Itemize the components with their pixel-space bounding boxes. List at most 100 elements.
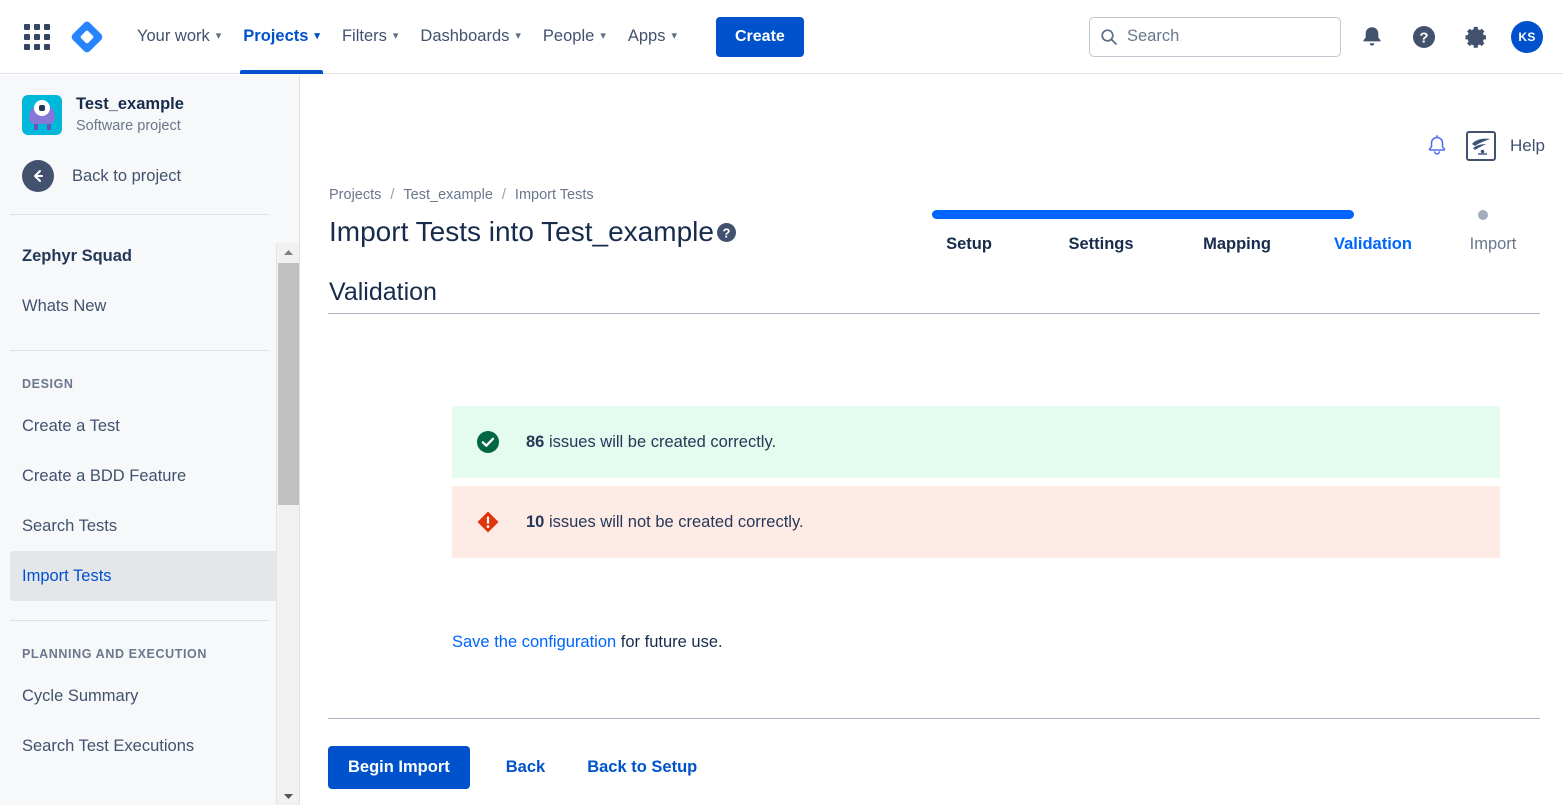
back-to-project-button[interactable]: Back to project [0, 136, 299, 192]
validation-error-text: 10 issues will not be created correctly. [526, 513, 804, 532]
stepper-step-mapping[interactable]: Mapping [1169, 235, 1305, 254]
breadcrumb-item-test-example[interactable]: Test_example [403, 187, 492, 203]
sidebar-scrollbar[interactable] [276, 243, 299, 805]
nav-item-label: Projects [243, 27, 309, 45]
stepper-step-validation[interactable]: Validation [1305, 235, 1441, 254]
nav-items: Your work ▾ Projects ▾ Filters ▾ Dashboa… [126, 0, 804, 74]
breadcrumb-item-import-tests[interactable]: Import Tests [515, 187, 594, 203]
chevron-down-icon: ▾ [600, 30, 606, 42]
nav-item-label: Dashboards [420, 27, 510, 45]
sidebar-item-label: Whats New [22, 296, 107, 315]
footer-actions: Begin Import Back Back to Setup [328, 746, 703, 789]
nav-item-label: Apps [627, 27, 666, 45]
nav-item-apps[interactable]: Apps ▾ [617, 0, 688, 74]
arrow-left-icon [22, 160, 54, 192]
sidebar-item-create-a-bdd-feature[interactable]: Create a BDD Feature [10, 451, 289, 501]
section-title: Validation [329, 278, 437, 306]
validation-success-text: 86 issues will be created correctly. [526, 433, 776, 452]
nav-item-label: Filters [341, 27, 387, 45]
sidebar: Test_example Software project Back to pr… [0, 75, 300, 805]
stepper-pending-dot [1478, 210, 1488, 220]
sidebar-item-label: Search Tests [22, 516, 118, 535]
sidebar-item-import-tests[interactable]: Import Tests [10, 551, 289, 601]
search-icon [1100, 28, 1118, 46]
sidebar-section-design: DESIGN [10, 367, 289, 401]
scroll-up-arrow-icon[interactable] [277, 243, 299, 261]
breadcrumb: Projects / Test_example / Import Tests [329, 187, 594, 203]
top-navigation-bar: Your work ▾ Projects ▾ Filters ▾ Dashboa… [0, 0, 1563, 74]
page-title-text: Import Tests into Test_example [329, 216, 714, 247]
sidebar-divider [10, 214, 269, 215]
chevron-down-icon: ▾ [215, 30, 222, 42]
chevron-down-icon: ▾ [314, 30, 320, 42]
help-link[interactable]: Help [1510, 136, 1545, 156]
svg-text:?: ? [722, 225, 730, 240]
jira-logo-icon[interactable] [70, 19, 104, 54]
error-message: issues will not be created correctly. [544, 512, 804, 531]
nav-item-dashboards[interactable]: Dashboards ▾ [409, 0, 532, 74]
help-circle-icon[interactable]: ? [1403, 16, 1445, 58]
sidebar-item-search-test-executions[interactable]: Search Test Executions [10, 721, 289, 771]
validation-error-banner: 10 issues will not be created correctly. [452, 486, 1500, 558]
project-avatar-icon [22, 95, 62, 135]
nav-item-filters[interactable]: Filters ▾ [331, 0, 409, 74]
nav-item-label: People [542, 27, 595, 45]
chevron-down-icon: ▾ [671, 30, 677, 42]
search-box[interactable] [1089, 16, 1341, 57]
check-circle-icon [476, 430, 500, 454]
svg-text:?: ? [1419, 29, 1428, 46]
save-configuration-line: Save the configuration for future use. [452, 633, 723, 652]
main-header-icons: Help [1420, 129, 1545, 163]
breadcrumb-item-projects[interactable]: Projects [329, 187, 381, 203]
nav-item-people[interactable]: People ▾ [532, 0, 617, 74]
begin-import-button[interactable]: Begin Import [328, 746, 470, 789]
scrollbar-thumb[interactable] [278, 263, 299, 505]
scroll-down-arrow-icon[interactable] [277, 787, 299, 805]
back-to-project-label: Back to project [72, 166, 182, 185]
stepper-progress-bar [932, 210, 1354, 219]
nav-item-projects[interactable]: Projects ▾ [232, 0, 331, 74]
project-name: Test_example [76, 95, 184, 113]
success-count: 86 [526, 432, 545, 451]
chevron-down-icon: ▾ [515, 30, 521, 42]
sidebar-item-label: Create a Test [22, 416, 120, 435]
sidebar-project-header[interactable]: Test_example Software project [0, 75, 299, 136]
chevron-down-icon: ▾ [392, 30, 399, 42]
import-stepper: Setup Settings Mapping Validation Import [905, 201, 1545, 261]
back-to-setup-button[interactable]: Back to Setup [581, 746, 703, 789]
error-diamond-icon [476, 510, 500, 534]
gear-icon[interactable] [1455, 16, 1497, 58]
sidebar-item-whats-new[interactable]: Whats New [10, 281, 289, 331]
save-configuration-link[interactable]: Save the configuration [452, 633, 616, 651]
sidebar-item-label: Zephyr Squad [22, 246, 133, 265]
section-divider [328, 313, 1540, 314]
sidebar-item-label: Search Test Executions [22, 736, 195, 755]
nav-item-your-work[interactable]: Your work ▾ [126, 0, 232, 74]
help-circle-icon[interactable]: ? [716, 222, 737, 243]
back-button[interactable]: Back [500, 746, 551, 789]
breadcrumb-separator: / [390, 187, 395, 203]
sidebar-item-label: Import Tests [22, 566, 112, 585]
zephyr-logo-icon[interactable] [1466, 131, 1497, 161]
sidebar-item-zephyr-squad[interactable]: Zephyr Squad [10, 231, 289, 281]
validation-success-banner: 86 issues will be created correctly. [452, 406, 1500, 478]
success-message: issues will be created correctly. [544, 432, 777, 451]
bell-outline-icon[interactable] [1420, 129, 1454, 163]
sidebar-item-search-tests[interactable]: Search Tests [10, 501, 289, 551]
create-button[interactable]: Create [715, 16, 804, 57]
project-type: Software project [76, 118, 181, 134]
stepper-step-setup[interactable]: Setup [905, 235, 1033, 254]
stepper-step-settings[interactable]: Settings [1033, 235, 1169, 254]
avatar[interactable]: KS [1511, 20, 1543, 53]
sidebar-item-create-a-test[interactable]: Create a Test [10, 401, 289, 451]
sidebar-section-label: DESIGN [22, 377, 74, 391]
sidebar-item-label: Create a BDD Feature [22, 466, 187, 485]
sidebar-divider [10, 350, 269, 351]
sidebar-item-cycle-summary[interactable]: Cycle Summary [10, 671, 289, 721]
notifications-bell-icon[interactable] [1351, 16, 1393, 58]
nav-right-group: ? KS [1089, 16, 1563, 58]
search-input[interactable] [1127, 27, 1330, 46]
sidebar-section-label: PLANNING AND EXECUTION [22, 647, 207, 661]
sidebar-divider [10, 620, 269, 621]
grid-apps-icon[interactable] [22, 22, 52, 52]
